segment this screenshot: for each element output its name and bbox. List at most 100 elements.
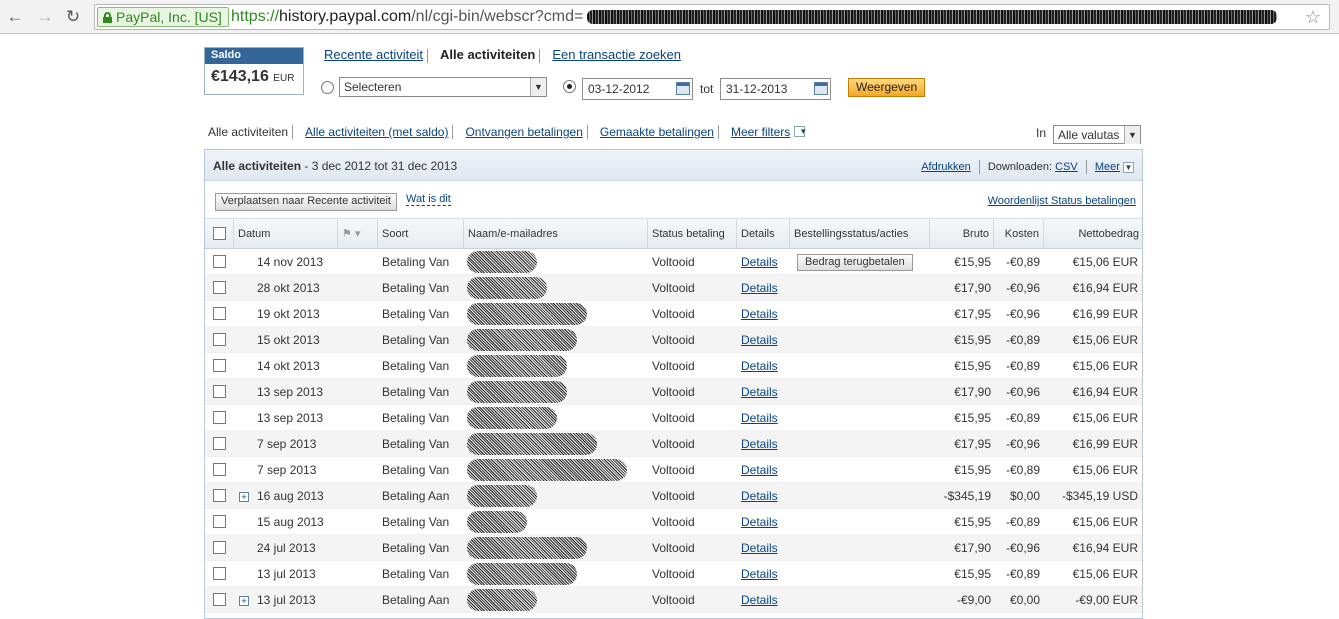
row-checkbox[interactable] bbox=[213, 359, 226, 372]
chevron-down-icon[interactable]: ▼ bbox=[794, 126, 807, 138]
details-link[interactable]: Details bbox=[741, 249, 778, 275]
table-row[interactable]: +16 aug 2013 Betaling Aan Voltooid Details -… bbox=[205, 483, 1142, 509]
status-glossary-link[interactable]: Woordenlijst Status betalingen bbox=[988, 195, 1136, 207]
move-to-recent-button[interactable]: Verplaatsen naar Recente activiteit bbox=[215, 193, 397, 211]
details-link[interactable]: Details bbox=[741, 405, 778, 431]
column-gross[interactable]: Bruto bbox=[930, 219, 994, 249]
chevron-down-icon[interactable]: ▼ bbox=[1123, 161, 1134, 173]
filter-all-with-balance[interactable]: Alle activiteiten (met saldo) bbox=[301, 125, 452, 139]
row-checkbox[interactable] bbox=[213, 281, 226, 294]
table-row[interactable]: 13 sep 2013 Betaling Van Voltooid Details €1… bbox=[205, 405, 1142, 431]
details-link[interactable]: Details bbox=[741, 561, 778, 587]
what-is-this-link[interactable]: Wat is dit bbox=[406, 193, 451, 206]
filter-sent[interactable]: Gemaakte betalingen bbox=[596, 125, 718, 139]
details-link[interactable]: Details bbox=[741, 509, 778, 535]
more-filters-link[interactable]: Meer filters bbox=[727, 125, 794, 139]
more-link[interactable]: Meer bbox=[1095, 161, 1120, 173]
table-row[interactable]: 7 sep 2013 Betaling Van Voltooid Details €15… bbox=[205, 457, 1142, 483]
date-from-field[interactable]: 03-12-2012 bbox=[582, 78, 693, 100]
row-checkbox[interactable] bbox=[213, 437, 226, 450]
row-date: 13 jul 2013 bbox=[257, 567, 316, 581]
table-row[interactable]: +13 jul 2013 Betaling Aan Voltooid Details -… bbox=[205, 587, 1142, 613]
expand-icon[interactable]: + bbox=[239, 492, 249, 502]
details-link[interactable]: Details bbox=[741, 379, 778, 405]
row-net: €15,06 EUR bbox=[1072, 333, 1138, 347]
column-type[interactable]: Soort bbox=[378, 219, 464, 249]
csv-link[interactable]: CSV bbox=[1055, 161, 1078, 173]
row-status: Voltooid bbox=[652, 385, 695, 399]
column-fee[interactable]: Kosten bbox=[994, 219, 1044, 249]
details-link[interactable]: Details bbox=[741, 431, 778, 457]
select-all-checkbox[interactable] bbox=[213, 227, 226, 240]
row-checkbox[interactable] bbox=[213, 567, 226, 580]
row-checkbox[interactable] bbox=[213, 489, 226, 502]
details-link[interactable]: Details bbox=[741, 483, 778, 509]
table-row[interactable]: 13 jul 2013 Betaling Van Voltooid Details €1… bbox=[205, 561, 1142, 587]
calendar-icon[interactable] bbox=[814, 82, 828, 95]
column-details: Details bbox=[737, 219, 790, 249]
row-type: Betaling Van bbox=[382, 307, 450, 321]
tab-recent-activity[interactable]: Recente activiteit bbox=[320, 47, 427, 62]
reload-icon[interactable]: ↻ bbox=[62, 6, 84, 28]
row-checkbox[interactable] bbox=[213, 593, 226, 606]
column-date[interactable]: Datum bbox=[234, 219, 338, 249]
to-label: tot bbox=[700, 82, 714, 96]
details-link[interactable]: Details bbox=[741, 301, 778, 327]
address-bar[interactable]: PayPal, Inc. [US] https://history.paypal… bbox=[94, 4, 1330, 30]
url-text[interactable]: https://history.paypal.com/nl/cgi-bin/we… bbox=[231, 8, 1278, 26]
column-net[interactable]: Nettobedrag bbox=[1044, 219, 1143, 249]
preset-range-select[interactable]: Selecteren ▼ bbox=[339, 77, 547, 97]
print-link[interactable]: Afdrukken bbox=[921, 161, 971, 173]
table-row[interactable]: 14 nov 2013 Betaling Van Voltooid Details Be… bbox=[205, 249, 1142, 275]
row-checkbox[interactable] bbox=[213, 333, 226, 346]
filter-received[interactable]: Ontvangen betalingen bbox=[461, 125, 586, 139]
details-link[interactable]: Details bbox=[741, 457, 778, 483]
url-scheme: https:// bbox=[231, 8, 280, 25]
row-date: 19 okt 2013 bbox=[257, 307, 320, 321]
table-row[interactable]: 15 aug 2013 Betaling Van Voltooid Details €1… bbox=[205, 509, 1142, 535]
tab-all-activity[interactable]: Alle activiteiten bbox=[436, 47, 539, 62]
column-name[interactable]: Naam/e-mailadres bbox=[464, 219, 648, 249]
table-row[interactable]: 13 sep 2013 Betaling Van Voltooid Details €1… bbox=[205, 379, 1142, 405]
row-status: Voltooid bbox=[652, 567, 695, 581]
details-link[interactable]: Details bbox=[741, 587, 778, 613]
row-type: Betaling Van bbox=[382, 567, 450, 581]
details-link[interactable]: Details bbox=[741, 535, 778, 561]
row-fee: -€0,89 bbox=[1005, 255, 1040, 269]
calendar-icon[interactable] bbox=[676, 82, 690, 95]
tab-find-transaction[interactable]: Een transactie zoeken bbox=[548, 47, 685, 62]
currency-select[interactable]: Alle valutas ▼ bbox=[1053, 125, 1141, 144]
row-checkbox[interactable] bbox=[213, 385, 226, 398]
filter-all[interactable]: Alle activiteiten bbox=[204, 125, 292, 139]
forward-arrow-icon[interactable]: → bbox=[34, 6, 56, 28]
table-row[interactable]: 24 jul 2013 Betaling Van Voltooid Details €1… bbox=[205, 535, 1142, 561]
row-checkbox[interactable] bbox=[213, 541, 226, 554]
row-net: -€9,00 EUR bbox=[1075, 593, 1138, 607]
row-checkbox[interactable] bbox=[213, 255, 226, 268]
table-row[interactable]: 19 okt 2013 Betaling Van Voltooid Details €1… bbox=[205, 301, 1142, 327]
row-checkbox[interactable] bbox=[213, 411, 226, 424]
back-arrow-icon[interactable]: ← bbox=[4, 6, 26, 28]
details-link[interactable]: Details bbox=[741, 353, 778, 379]
column-status[interactable]: Status betaling bbox=[648, 219, 737, 249]
expand-icon[interactable]: + bbox=[239, 596, 249, 606]
table-row[interactable]: 28 okt 2013 Betaling Van Voltooid Details €1… bbox=[205, 275, 1142, 301]
ev-certificate-badge[interactable]: PayPal, Inc. [US] bbox=[97, 7, 229, 27]
details-link[interactable]: Details bbox=[741, 275, 778, 301]
show-button[interactable]: Weergeven bbox=[848, 78, 926, 97]
currency-value: Alle valutas bbox=[1058, 128, 1120, 142]
column-flag[interactable]: ⚑ ▾ bbox=[338, 219, 378, 249]
row-checkbox[interactable] bbox=[213, 515, 226, 528]
details-link[interactable]: Details bbox=[741, 327, 778, 353]
row-checkbox[interactable] bbox=[213, 463, 226, 476]
date-to-field[interactable]: 31-12-2013 bbox=[720, 78, 831, 100]
table-row[interactable]: 15 okt 2013 Betaling Van Voltooid Details €1… bbox=[205, 327, 1142, 353]
radio-custom-range[interactable] bbox=[563, 80, 576, 93]
table-row[interactable]: 7 sep 2013 Betaling Van Voltooid Details €17… bbox=[205, 431, 1142, 457]
redacted-name bbox=[467, 511, 527, 533]
table-row[interactable]: 14 okt 2013 Betaling Van Voltooid Details €1… bbox=[205, 353, 1142, 379]
refund-button[interactable]: Bedrag terugbetalen bbox=[797, 254, 913, 271]
radio-preset-range[interactable] bbox=[321, 81, 334, 94]
bookmark-star-icon[interactable]: ☆ bbox=[1305, 7, 1321, 28]
row-checkbox[interactable] bbox=[213, 307, 226, 320]
